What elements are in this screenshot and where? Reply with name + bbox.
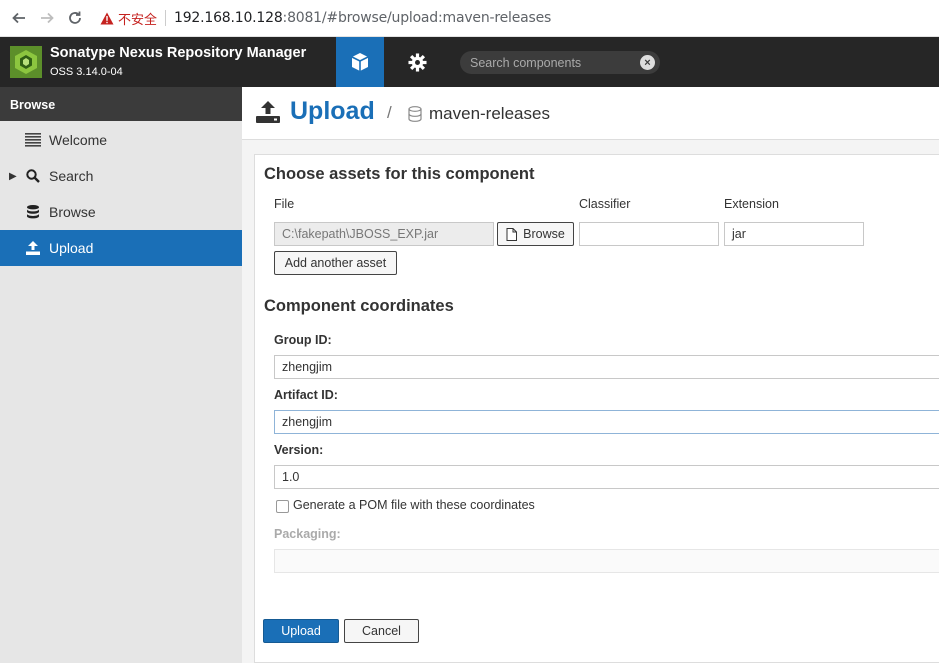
browser-toolbar: 不安全 192.168.10.128:8081/#browse/upload:m… [0,0,939,37]
main-content: Upload / maven-releases Choose assets fo… [242,87,939,663]
sidebar-item-browse[interactable]: Browse [0,194,242,230]
app-title: Sonatype Nexus Repository Manager [50,45,307,61]
clear-search-icon[interactable]: × [640,55,655,70]
security-warning-label: 不安全 [118,11,158,27]
classifier-label: Classifier [579,197,631,211]
admin-mode-button[interactable] [405,50,429,74]
group-id-input[interactable]: zhengjim [274,355,939,379]
back-button[interactable] [8,7,30,29]
coordinates-heading: Component coordinates [264,297,454,315]
address-bar[interactable]: 192.168.10.128:8081/#browse/upload:maven… [174,10,551,26]
arrow-right-icon [41,12,54,24]
gear-icon [407,52,427,72]
app-version: OSS 3.14.0-04 [50,66,123,78]
sidebar-item-label: Search [49,168,94,184]
page-title-bar: Upload / maven-releases [242,87,939,140]
reload-button[interactable] [64,7,86,29]
warning-icon [100,12,114,24]
url-divider [165,10,167,26]
sidebar-item-search[interactable]: ▶ Search [0,158,242,194]
sidebar-item-label: Browse [49,204,96,220]
version-label: Version: [274,443,324,457]
arrow-left-icon [12,12,25,24]
search-placeholder: Search components [470,55,582,70]
sidebar-item-welcome[interactable]: Welcome [0,122,242,158]
security-warning[interactable]: 不安全 [100,9,157,28]
cube-icon [351,53,369,71]
generate-pom-checkbox[interactable] [276,500,289,513]
app-header: Sonatype Nexus Repository Manager OSS 3.… [0,37,939,87]
file-label: File [274,197,295,211]
database-icon [408,106,422,122]
classifier-input[interactable] [579,222,719,246]
artifact-id-label: Artifact ID: [274,388,338,402]
group-id-label: Group ID: [274,333,332,347]
search-icon [25,168,41,184]
file-icon [506,227,518,241]
browse-button-label: Browse [523,227,565,241]
assets-heading: Choose assets for this component [264,165,535,183]
search-components-input[interactable]: Search components × [460,51,660,74]
sidebar-heading: Browse [0,87,242,121]
packaging-label: Packaging: [274,527,341,541]
reload-icon [69,11,81,24]
nexus-logo [10,46,42,78]
file-path-field: C:\fakepath\JBOSS_EXP.jar [274,222,494,246]
generate-pom-label: Generate a POM file with these coordinat… [293,498,535,512]
repository-name: maven-releases [429,104,550,123]
version-input[interactable]: 1.0 [274,465,939,489]
list-icon [25,132,41,148]
packaging-input [274,549,939,573]
upload-icon [256,101,280,123]
sidebar-item-label: Welcome [49,132,108,148]
breadcrumb-separator: / [387,103,392,122]
extension-input[interactable]: jar [724,222,864,246]
sidebar-item-label: Upload [49,240,94,256]
upload-icon [25,240,41,256]
sidebar-item-upload[interactable]: Upload [0,230,242,266]
url-host: 192.168.10.128 [174,10,283,26]
forward-button[interactable] [36,7,58,29]
page-title: Upload [290,97,375,125]
sidebar: Browse Welcome ▶ Search Browse Upload [0,87,242,663]
url-path: :8081/#browse/upload:maven-releases [282,10,552,26]
database-icon [25,204,41,220]
browse-button[interactable]: Browse [497,222,574,246]
extension-label: Extension [724,197,779,211]
upload-form: Choose assets for this component File Cl… [254,154,939,663]
expand-triangle-icon[interactable]: ▶ [9,171,17,182]
upload-button[interactable]: Upload [263,619,339,643]
cancel-button[interactable]: Cancel [344,619,419,643]
artifact-id-input[interactable]: zhengjim [274,410,939,434]
browse-mode-button[interactable] [336,37,384,87]
add-another-asset-button[interactable]: Add another asset [274,251,397,275]
